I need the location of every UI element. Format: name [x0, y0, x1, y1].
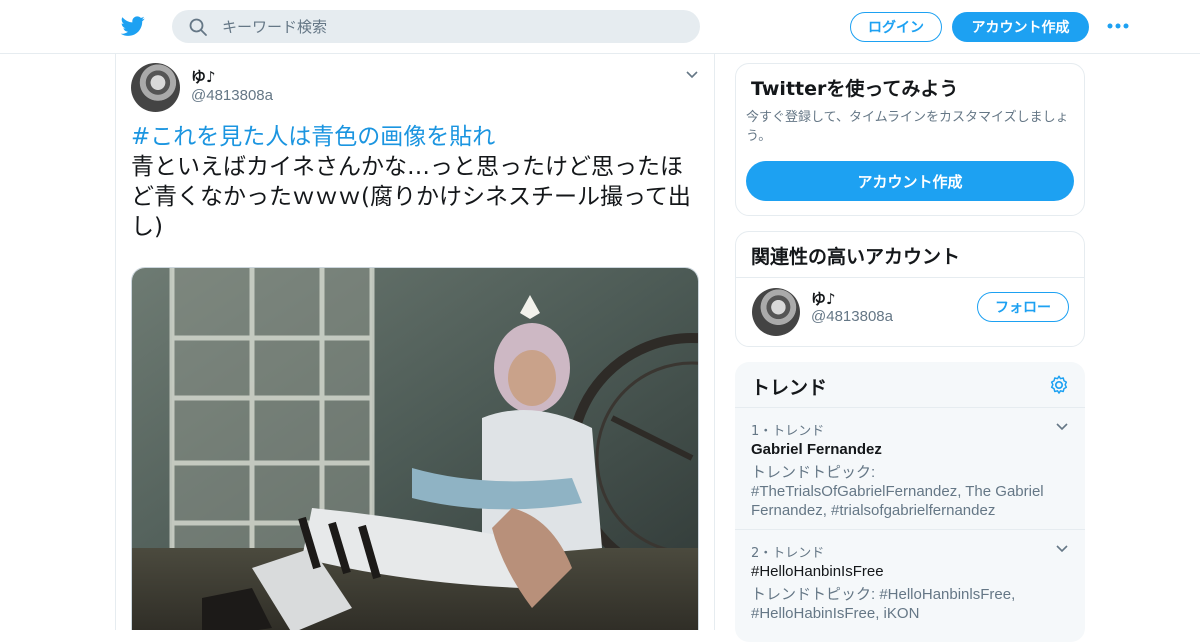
trend-name[interactable]: #HelloHanbinIsFree	[751, 563, 884, 580]
search-input[interactable]	[222, 10, 682, 43]
related-account-handle[interactable]: @4813808a	[811, 308, 893, 325]
twitter-bird-icon[interactable]	[120, 14, 146, 38]
search-icon	[189, 18, 207, 36]
gear-icon[interactable]	[1048, 374, 1070, 396]
chevron-down-icon[interactable]	[1055, 544, 1069, 554]
signup-card: Twitterを使ってみよう 今すぐ登録して、タイムラインをカスタマイズしましょ…	[735, 63, 1085, 216]
author-handle[interactable]: @4813808a	[191, 87, 273, 104]
chevron-down-icon[interactable]	[685, 70, 699, 80]
login-button[interactable]: ログイン	[850, 12, 942, 42]
more-dots-icon[interactable]	[1106, 20, 1130, 32]
trend-name[interactable]: Gabriel Fernandez	[751, 441, 882, 458]
author-name[interactable]: ゆ♪	[191, 66, 216, 87]
tweet-text: #これを見た人は青色の画像を貼れ 青といえばカイネさんかな…っと思ったけど思った…	[131, 122, 701, 242]
divider	[736, 277, 1084, 278]
author-avatar[interactable]	[131, 63, 180, 112]
tweet-column: ゆ♪ @4813808a #これを見た人は青色の画像を貼れ 青といえばカイネさん…	[115, 54, 715, 630]
trend-item[interactable]: 1・トレンド Gabriel Fernandez トレンドトピック: #TheT…	[735, 407, 1085, 529]
chevron-down-icon[interactable]	[1055, 422, 1069, 432]
tweet-photo[interactable]	[131, 267, 699, 630]
signup-card-title: Twitterを使ってみよう	[751, 78, 959, 100]
tweet-body: 青といえばカイネさんかな…っと思ったけど思ったほど青くなかったｗｗｗ(腐りかけシ…	[131, 154, 691, 240]
trend-rank: 2・トレンド	[751, 546, 825, 561]
search-bar[interactable]	[172, 10, 700, 43]
related-account-avatar[interactable]	[752, 288, 800, 336]
follow-button[interactable]: フォロー	[977, 292, 1069, 322]
related-accounts-card: 関連性の高いアカウント ゆ♪ @4813808a フォロー	[735, 231, 1085, 347]
tweet-photo-image	[132, 268, 698, 630]
trend-item[interactable]: 2・トレンド #HelloHanbinIsFree トレンドトピック: #Hel…	[735, 529, 1085, 642]
top-navigation-bar: ログイン アカウント作成	[0, 0, 1200, 54]
trends-card: トレンド 1・トレンド Gabriel Fernandez トレンドトピック: …	[735, 362, 1085, 642]
trend-rank: 1・トレンド	[751, 424, 825, 439]
signup-card-button[interactable]: アカウント作成	[746, 161, 1074, 201]
trend-description: トレンドトピック: #HelloHanbinlsFree, #HelloHabi…	[751, 586, 1016, 622]
tweet-hashtag-link[interactable]: #これを見た人は青色の画像を貼れ	[131, 122, 701, 152]
signup-button[interactable]: アカウント作成	[952, 12, 1089, 42]
related-account-name[interactable]: ゆ♪	[811, 288, 836, 309]
trends-title: トレンド	[751, 377, 828, 399]
trend-description: トレンドトピック: #TheTrialsOfGabrielFernandez, …	[751, 464, 1044, 519]
related-accounts-title: 関連性の高いアカウント	[751, 246, 961, 268]
signup-card-description: 今すぐ登録して、タイムラインをカスタマイズしましょう。	[746, 110, 1069, 144]
